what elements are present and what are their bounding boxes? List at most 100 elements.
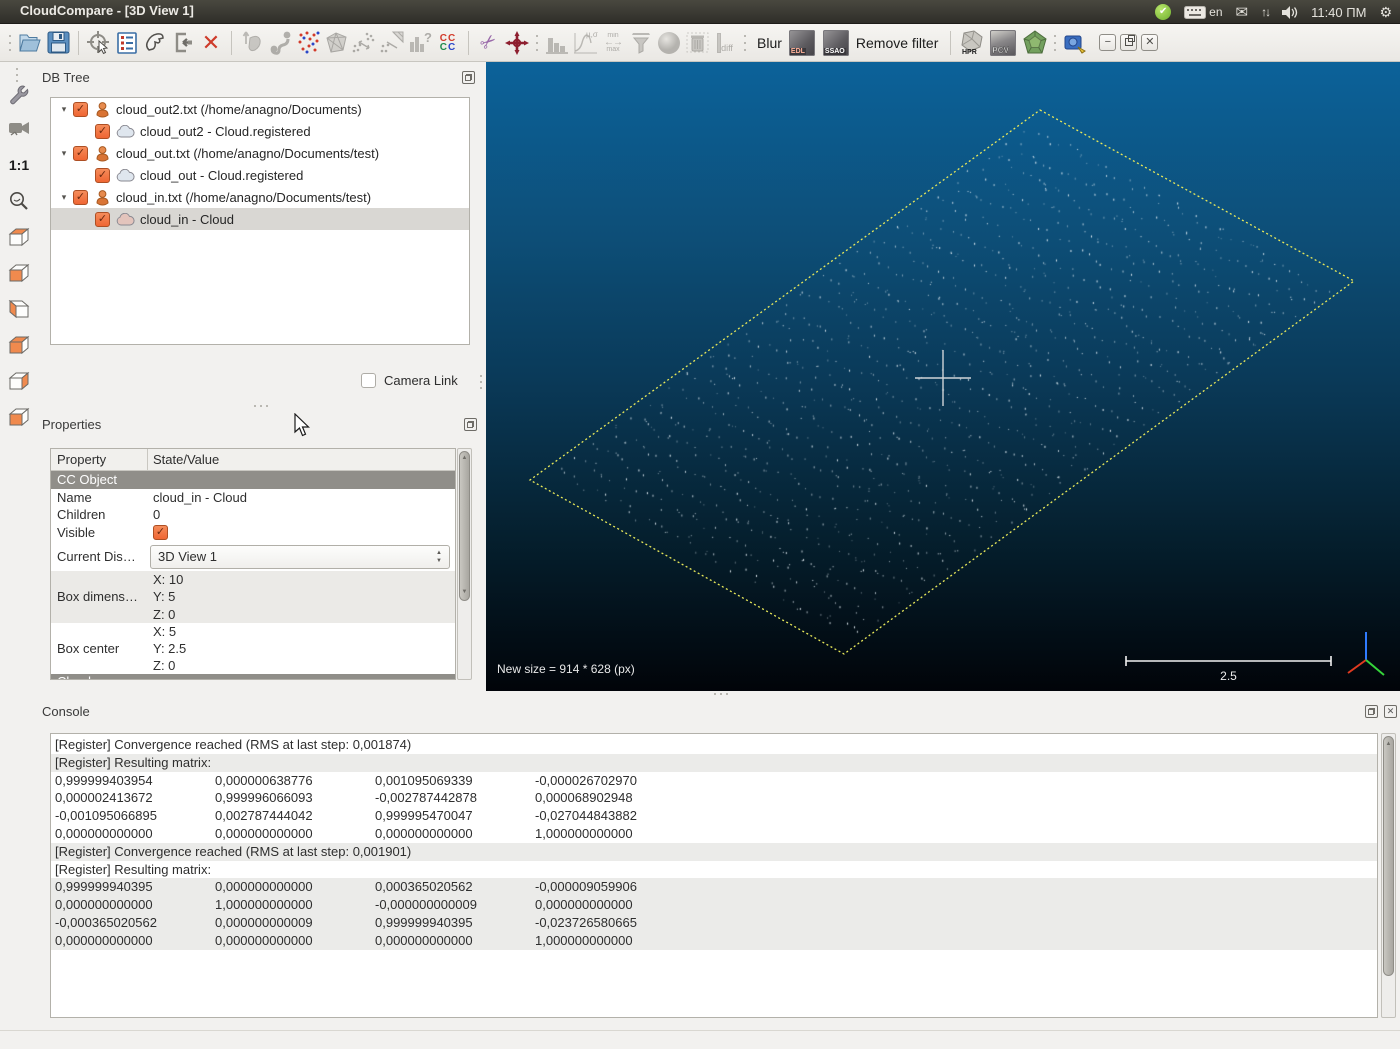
tree-item[interactable]: ✓ cloud_out2 - Cloud.registered — [51, 120, 469, 142]
hpr-label: HPR — [962, 49, 977, 56]
show-histogram-button[interactable] — [543, 29, 571, 57]
visibility-checkbox[interactable]: ✓ — [73, 101, 88, 117]
interactive-transform-button[interactable] — [266, 29, 294, 57]
cloud-cloud-distance-button[interactable] — [350, 29, 378, 57]
db-tree-float-button[interactable] — [462, 71, 475, 84]
camera-link-checkbox[interactable] — [361, 373, 376, 388]
pick-rotation-center-button[interactable] — [85, 29, 113, 57]
view-cube-right-button[interactable] — [6, 368, 32, 394]
properties-scrollbar[interactable]: ▲ ▼ — [457, 448, 472, 680]
toolbar-grip[interactable] — [1052, 32, 1059, 53]
console-log[interactable]: [Register] Convergence reached (RMS at l… — [50, 733, 1378, 1018]
current-display-select[interactable]: 3D View 1 ▲ ▼ — [150, 545, 450, 569]
translate-rotate-button[interactable] — [503, 29, 531, 57]
properties-header-row: Property State/Value — [51, 449, 455, 471]
group-icon — [94, 189, 111, 206]
keyboard-indicator[interactable]: en — [1184, 5, 1223, 19]
3d-view[interactable]: New size = 914 * 628 (px) 2.5 — [486, 62, 1400, 691]
col-property[interactable]: Property — [51, 449, 148, 470]
visibility-checkbox[interactable]: ✓ — [73, 189, 88, 205]
visibility-checkbox[interactable]: ✓ — [95, 123, 110, 139]
axis-trihedron-icon — [1347, 632, 1385, 676]
console-close-button[interactable]: ✕ — [1384, 705, 1397, 718]
save-button[interactable] — [44, 29, 72, 57]
tree-item[interactable]: ▾ ✓ cloud_out.txt (/home/anagno/Documents/… — [51, 142, 469, 164]
session-gear-icon[interactable]: ⚙ — [1379, 4, 1392, 21]
expander-icon[interactable]: ▾ — [59, 192, 69, 203]
console-splitter-grip[interactable] — [712, 692, 728, 696]
row-visible: Visible ✓ — [51, 523, 455, 541]
trash-button[interactable] — [683, 29, 711, 57]
tree-item[interactable]: ▾ ✓ cloud_in.txt (/home/anagno/Documents/t… — [51, 186, 469, 208]
toolbar-grip[interactable] — [742, 32, 748, 53]
properties-float-button[interactable] — [464, 418, 477, 431]
qdodecahedron-plugin-button[interactable] — [1021, 29, 1049, 57]
mesh-button[interactable] — [322, 29, 350, 57]
view-cube-bottom-button[interactable] — [6, 404, 32, 430]
expander-icon[interactable]: ▾ — [59, 148, 69, 159]
view-cube-front-button[interactable] — [6, 260, 32, 286]
qanimation-plugin-button[interactable] — [1061, 29, 1089, 57]
spinner-arrows[interactable]: ▲ ▼ — [436, 549, 442, 565]
blur-label[interactable]: Blur — [751, 35, 788, 51]
segment-button[interactable]: ✂ — [475, 29, 503, 57]
tree-item[interactable]: ▾ ✓ cloud_out2.txt (/home/anagno/Documents… — [51, 98, 469, 120]
view-cube-leftm-button[interactable] — [6, 296, 32, 322]
sphere-button[interactable] — [655, 29, 683, 57]
visibility-checkbox[interactable]: ✓ — [95, 167, 110, 183]
view-close-button[interactable]: ✕ — [1141, 34, 1159, 51]
network-icon[interactable]: ↑↓ — [1261, 5, 1271, 19]
clock-label[interactable]: 11:40 ПМ — [1311, 5, 1366, 20]
tree-item[interactable]: ✓ cloud_in - Cloud — [51, 208, 469, 230]
subsample-button[interactable] — [294, 29, 322, 57]
cloud-mesh-distance-button[interactable] — [378, 29, 406, 57]
statistical-test-button[interactable]: CC CC — [434, 29, 462, 57]
toolbar-grip[interactable] — [534, 32, 540, 53]
clone-button[interactable] — [238, 29, 266, 57]
view-cube-back-button[interactable] — [6, 332, 32, 358]
open-button[interactable] — [16, 29, 44, 57]
col-state-value[interactable]: State/Value — [148, 449, 219, 470]
section-cloud: Cloud — [51, 674, 455, 679]
db-tree[interactable]: ▾ ✓ cloud_out2.txt (/home/anagno/Documents… — [50, 97, 470, 345]
cloudcompare-window: { "window": { "title": "CloudCompare - [… — [0, 0, 1400, 1049]
console-line: [Register] Convergence reached (RMS at l… — [51, 736, 1377, 754]
mail-icon[interactable]: ✉ — [1236, 3, 1249, 21]
remove-filter-label[interactable]: Remove filter — [850, 35, 944, 51]
exit-view-button[interactable] — [169, 29, 197, 57]
filter-funnel-button[interactable] — [627, 29, 655, 57]
console-scrollbar[interactable]: ▲ — [1381, 733, 1396, 1018]
volume-icon[interactable] — [1282, 5, 1298, 19]
properties-toggle-button[interactable] — [113, 29, 141, 57]
hpr-plugin-button[interactable]: HPR — [957, 29, 985, 57]
view-cube-top-button[interactable] — [6, 224, 32, 250]
filter-by-value-button[interactable]: min ←→ max — [599, 29, 627, 57]
visibility-checkbox[interactable]: ✓ — [95, 211, 110, 227]
strip-grip[interactable] — [15, 66, 19, 82]
edl-filter-button[interactable]: EDL — [788, 29, 816, 57]
view-minimize-button[interactable]: − — [1099, 34, 1117, 51]
point-picking-button[interactable] — [141, 29, 169, 57]
visibility-checkbox[interactable]: ✓ — [73, 145, 88, 161]
compute-stat-params-button[interactable]: µ,σ — [571, 29, 599, 57]
histogram-stats-button[interactable]: ? — [406, 29, 434, 57]
svg-text:?: ? — [424, 30, 432, 45]
panel-splitter-grip[interactable] — [252, 404, 268, 408]
zoom-1-1-button[interactable]: 1:1 — [6, 152, 32, 178]
visible-checkbox[interactable]: ✓ — [153, 524, 168, 540]
pcv-plugin-button[interactable]: PCV — [989, 29, 1017, 57]
console-float-button[interactable] — [1365, 705, 1378, 718]
delete-button[interactable]: ✕ — [197, 29, 225, 57]
tools-wrench-icon[interactable] — [6, 82, 32, 108]
tree-item[interactable]: ✓ cloud_out - Cloud.registered — [51, 164, 469, 186]
zoom-fit-icon[interactable] — [6, 188, 32, 214]
diff-button[interactable]: diff — [711, 29, 739, 57]
expander-icon[interactable]: ▾ — [59, 104, 69, 115]
dock-splitter-grip[interactable] — [479, 373, 483, 389]
camera-icon[interactable] — [6, 116, 32, 142]
console-line: [Register] Convergence reached (RMS at l… — [51, 842, 1377, 861]
updater-icon[interactable]: ✔ — [1155, 4, 1172, 20]
ssao-filter-button[interactable]: SSAO — [822, 29, 850, 57]
toolbar-grip[interactable] — [7, 32, 13, 53]
view-restore-button[interactable] — [1120, 34, 1138, 51]
